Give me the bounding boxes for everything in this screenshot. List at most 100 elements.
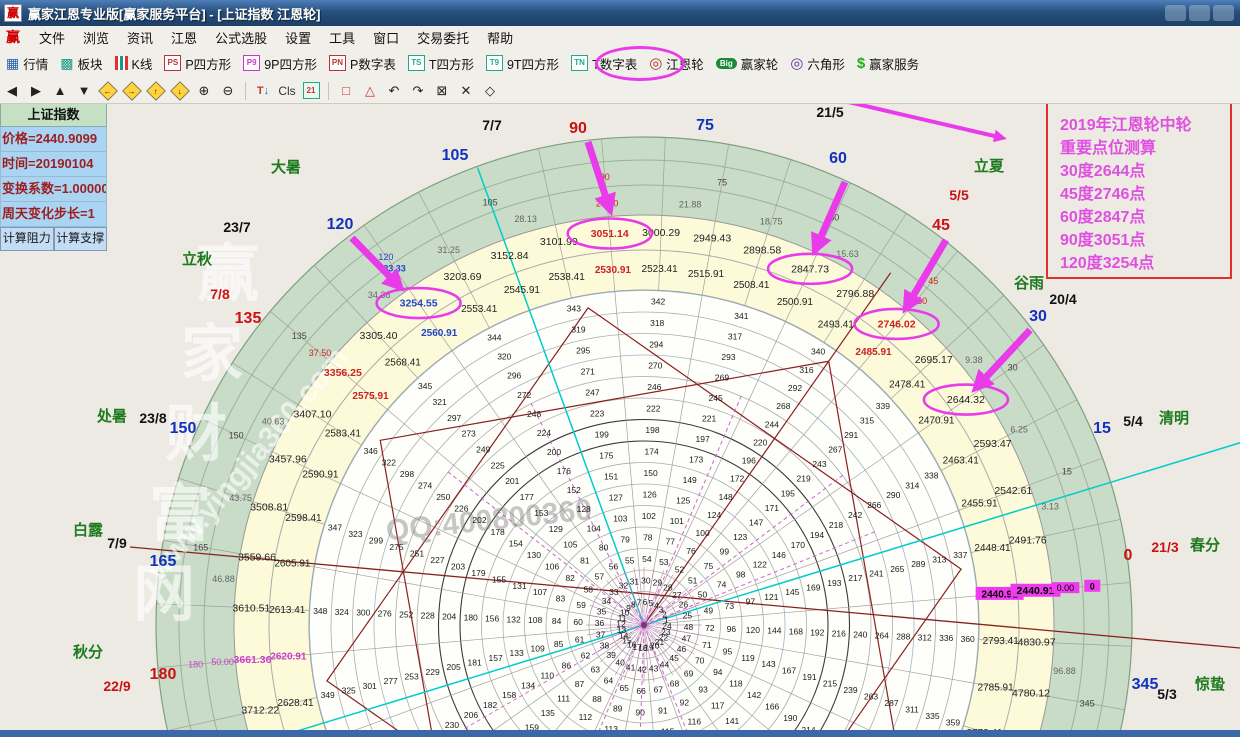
calc-resistance-button[interactable]: 计算阻力 [0,227,54,251]
svg-text:2493.41: 2493.41 [818,319,855,330]
box-x-button[interactable]: ⊠ [431,81,453,101]
menu-9[interactable]: 帮助 [478,29,522,48]
svg-text:春分: 春分 [1190,536,1220,554]
toolbar-item-T四方形[interactable]: TST四方形 [402,51,480,75]
step-up-button[interactable]: ▲ [49,81,71,101]
menu-7[interactable]: 窗口 [364,29,408,48]
svg-text:151: 151 [604,472,618,482]
cls-button[interactable]: Cls [276,81,298,101]
pan-up-button[interactable]: ↑ [145,81,167,101]
price-axis-button[interactable]: T↓ [252,81,274,101]
svg-text:247: 247 [585,388,599,398]
select-cursor-button[interactable]: ◇ [479,81,501,101]
svg-text:2593.47: 2593.47 [974,438,1012,450]
svg-text:2605.91: 2605.91 [274,559,311,570]
svg-text:226: 226 [454,504,468,514]
page-next-button[interactable]: ▶ [25,81,47,101]
svg-text:2440.91: 2440.91 [1017,585,1055,597]
svg-text:175: 175 [599,451,613,461]
svg-text:121: 121 [764,592,778,602]
svg-text:60: 60 [829,150,847,167]
calendar-21-button[interactable]: 21 [300,81,322,101]
minimize-button[interactable] [1165,5,1186,21]
maximize-button[interactable] [1189,5,1210,21]
pan-right-button[interactable]: → [121,81,143,101]
svg-text:94: 94 [713,667,723,677]
svg-text:312: 312 [918,632,932,642]
toolbar-item-P数字表[interactable]: PNP数字表 [323,51,402,75]
svg-text:220: 220 [753,437,767,447]
expand-x-button[interactable]: ✕ [455,81,477,101]
menu-6[interactable]: 工具 [320,29,364,48]
svg-text:3203.69: 3203.69 [444,271,482,283]
menu-2[interactable]: 资讯 [118,29,162,48]
toolbar-item-板块[interactable]: ▩板块 [54,51,108,75]
svg-text:25.00: 25.00 [596,199,619,209]
svg-text:240: 240 [853,629,867,639]
svg-text:346: 346 [364,446,378,456]
svg-text:3407.10: 3407.10 [294,408,332,420]
svg-text:5/3: 5/3 [1157,686,1177,702]
svg-text:2491.76: 2491.76 [1009,534,1047,546]
toolbar-item-赢家轮[interactable]: Big赢家轮 [710,51,784,75]
menu-4[interactable]: 公式选股 [206,29,276,48]
toolbar-item-江恩轮[interactable]: ◎江恩轮 [643,51,710,75]
menu-3[interactable]: 江恩 [162,29,206,48]
step-down-button[interactable]: ▼ [73,81,95,101]
menu-8[interactable]: 交易委托 [408,29,478,48]
svg-text:135: 135 [292,331,307,341]
main-toolbar: ▦行情▩板块K线PSP四方形P99P四方形PNP数字表TST四方形T99T四方形… [0,48,1240,79]
svg-text:2545.91: 2545.91 [504,285,541,296]
svg-text:15.63: 15.63 [836,249,859,259]
svg-text:36: 36 [595,618,605,628]
calc-support-button[interactable]: 计算支撑 [54,227,108,251]
pan-down-button[interactable]: ↓ [169,81,191,101]
svg-text:75: 75 [696,117,714,134]
toolbar-item-六角形[interactable]: ◎六角形 [784,51,851,75]
svg-text:166: 166 [765,702,779,712]
gann-wheel-icon: ◎ [649,54,662,72]
toolbar-item-9T四方形[interactable]: T99T四方形 [480,51,565,75]
menu-1[interactable]: 浏览 [74,29,118,48]
zoom-in-button[interactable]: ⊕ [193,81,215,101]
svg-text:219: 219 [797,474,811,484]
menu-0[interactable]: 文件 [30,29,74,48]
svg-text:156: 156 [485,613,499,623]
draw-triangle-button[interactable]: △ [359,81,381,101]
svg-text:141: 141 [725,716,739,726]
svg-text:270: 270 [648,361,662,371]
zoom-out-button[interactable]: ⊖ [217,81,239,101]
svg-text:290: 290 [886,490,900,500]
draw-square-button[interactable]: □ [335,81,357,101]
svg-text:66: 66 [636,686,646,696]
svg-text:202: 202 [472,515,486,525]
bottom-scrollbar[interactable] [0,730,1240,737]
svg-text:99: 99 [720,546,730,556]
svg-text:2500.91: 2500.91 [777,297,814,308]
toolbar-item-行情[interactable]: ▦行情 [0,51,54,75]
toolbar-item-K线[interactable]: K线 [109,51,159,75]
toolbar-item-9P四方形[interactable]: P99P四方形 [237,51,323,75]
toolbar-item-P四方形[interactable]: PSP四方形 [158,51,237,75]
annotation-line: 120度3254点 [1060,252,1230,275]
svg-text:228: 228 [421,611,435,621]
svg-text:4830.97: 4830.97 [1018,637,1056,649]
rotate-ccw-button[interactable]: ↶ [383,81,405,101]
rotate-cw-button[interactable]: ↷ [407,81,429,101]
toolbar-item-T数字表[interactable]: TNT数字表 [565,51,643,75]
svg-text:2560.91: 2560.91 [421,328,458,339]
svg-text:131: 131 [512,581,526,591]
svg-text:47: 47 [682,633,692,643]
svg-text:221: 221 [702,414,716,424]
pan-left-button[interactable]: ← [97,81,119,101]
svg-text:2448.41: 2448.41 [974,543,1011,554]
svg-text:110: 110 [541,670,555,680]
menu-5[interactable]: 设置 [276,29,320,48]
svg-text:63: 63 [591,665,601,675]
page-prev-button[interactable]: ◀ [1,81,23,101]
close-button[interactable] [1213,5,1234,21]
svg-text:29: 29 [653,578,663,588]
toolbar-item-赢家服务[interactable]: $赢家服务 [851,51,925,75]
svg-text:82: 82 [565,573,575,583]
svg-text:2515.91: 2515.91 [688,269,725,280]
